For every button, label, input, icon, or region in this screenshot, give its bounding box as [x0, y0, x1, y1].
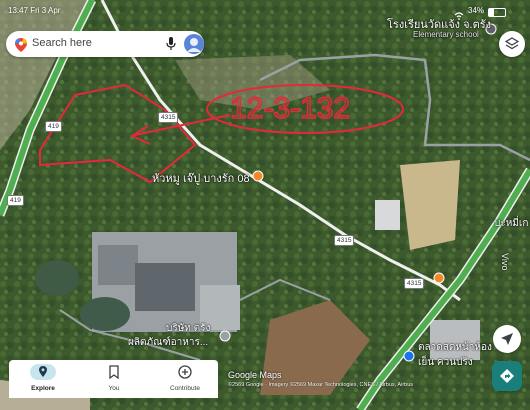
road-shield-419-bottom: 419 [7, 195, 24, 206]
search-input[interactable]: Search here [32, 37, 92, 49]
road-shield-4315-b: 4315 [334, 235, 355, 246]
bottom-navigation: Explore You Contribute [9, 360, 218, 398]
shop-pin [433, 272, 445, 284]
microphone-icon[interactable] [166, 37, 176, 56]
tab-explore-label: Explore [31, 385, 55, 392]
location-pin-icon [30, 364, 56, 380]
google-maps-icon [15, 38, 27, 57]
restaurant-pin [252, 170, 264, 182]
market-label-line1[interactable]: ตลาดสดหน้าห้อง [418, 340, 492, 355]
market-label-line2[interactable]: เย็น ควนปริง [418, 355, 473, 370]
google-maps-logo: Google Maps [228, 370, 282, 380]
directions-button[interactable] [492, 361, 522, 391]
road-shield-4315-a: 4315 [158, 112, 179, 123]
company-label-line1[interactable]: บริษัท ตรัง [166, 321, 210, 336]
tab-contribute[interactable]: Contribute [155, 364, 215, 396]
search-bar[interactable]: Search here [6, 31, 204, 57]
status-time-date: 13:47 Fri 3 Apr [8, 6, 61, 15]
map-attribution[interactable]: ©2569 Google · Imagery ©2569 Maxar Techn… [228, 382, 413, 388]
right-edge-label-1[interactable]: บะหมี่เก [494, 216, 528, 231]
company-label-line2[interactable]: ผลิตภัณฑ์อาหาร... [128, 335, 208, 350]
tab-you-label: You [108, 385, 120, 392]
my-location-button[interactable] [493, 325, 521, 353]
map-app: 12-3-132 13:47 Fri 3 Apr 34% Search here [0, 0, 530, 410]
layers-button[interactable] [499, 31, 525, 57]
layers-icon [504, 37, 520, 56]
directions-icon [500, 369, 514, 388]
navigation-arrow-icon [500, 332, 514, 351]
road-shield-419-top: 419 [45, 121, 62, 132]
tab-explore[interactable]: Explore [13, 364, 73, 396]
avatar[interactable] [184, 34, 204, 54]
tab-contribute-label: Contribute [170, 385, 200, 392]
right-edge-label-2: Vivo [500, 253, 510, 271]
market-pin [403, 350, 415, 362]
restaurant-label[interactable]: หัวหมู เจ๊ปู บางรัก 08 [152, 169, 250, 187]
school-label-en: Elementary school [413, 30, 479, 39]
tab-you[interactable]: You [84, 364, 144, 396]
road-shield-4315-c: 4315 [404, 278, 425, 289]
status-battery-text: 34% [468, 6, 485, 15]
plus-circle-icon [176, 364, 194, 380]
company-pin [219, 330, 231, 342]
bookmark-icon [105, 364, 123, 380]
annotation-text: 12-3-132 [230, 92, 350, 125]
